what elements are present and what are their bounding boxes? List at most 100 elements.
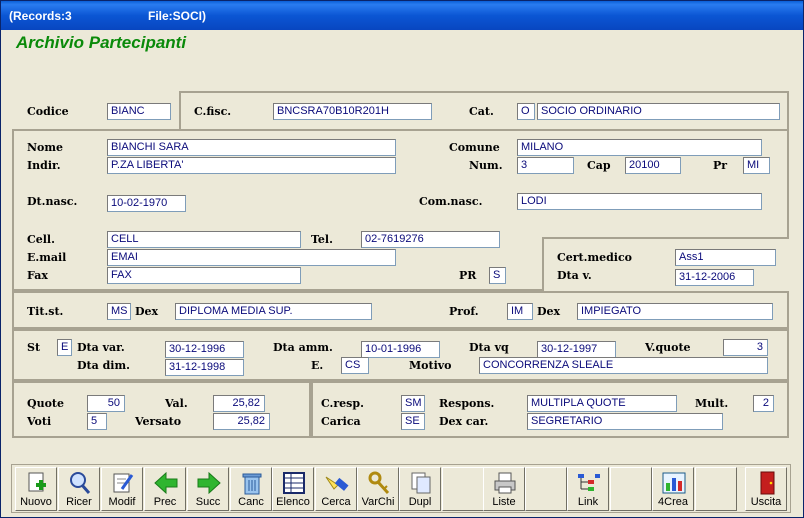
cfisc-field[interactable]: BNCSRA70B10R201H	[273, 103, 432, 120]
voti-field[interactable]: 5	[87, 413, 107, 430]
cat-label: Cat.	[469, 105, 494, 118]
indir-field[interactable]: P.ZA LIBERTA'	[107, 157, 396, 174]
modif-button[interactable]: Modif	[101, 467, 143, 511]
dtavq-field[interactable]: 30-12-1997	[537, 341, 616, 358]
new-doc-icon	[28, 472, 46, 492]
email-field[interactable]: EMAI	[107, 249, 396, 266]
dtav-field[interactable]: 31-12-2006	[675, 269, 754, 286]
indir-label: Indir.	[27, 159, 61, 172]
toolbar-empty-4	[695, 467, 737, 511]
prof-dex-field[interactable]: IMPIEGATO	[577, 303, 773, 320]
elenco-button[interactable]: Elenco	[272, 467, 314, 511]
varchi-button[interactable]: VarChi	[357, 467, 399, 511]
titst-dex-field[interactable]: DIPLOMA MEDIA SUP.	[175, 303, 372, 320]
file-name: File:SOCI)	[148, 9, 207, 23]
toolbar-empty-1	[442, 467, 484, 511]
printer-icon	[494, 472, 516, 494]
trash-icon	[242, 473, 262, 495]
page-title: Archivio Partecipanti	[16, 33, 187, 52]
prof-dex-label: Dex	[537, 305, 561, 318]
val-field[interactable]: 25,82	[213, 395, 265, 412]
nome-field[interactable]: BIANCHI SARA	[107, 139, 396, 156]
liste-button[interactable]: Liste	[483, 467, 525, 511]
app-window: (Records:3 File:SOCI) Archivio Partecipa…	[0, 0, 804, 518]
cap-label: Cap	[587, 159, 611, 172]
fax-label: Fax	[27, 269, 48, 282]
records-count: (Records:3	[9, 9, 72, 23]
ricer-button[interactable]: Ricer	[58, 467, 100, 511]
e-field[interactable]: CS	[341, 357, 369, 374]
prec-button[interactable]: Prec	[144, 467, 186, 511]
versato-field[interactable]: 25,82	[213, 413, 270, 430]
flashlight-icon	[325, 476, 349, 491]
keys-icon	[368, 471, 390, 495]
uscita-button[interactable]: Uscita	[745, 467, 787, 511]
titst-label: Tit.st.	[27, 305, 64, 318]
comune-label: Comune	[449, 141, 500, 154]
dexcar-field[interactable]: SEGRETARIO	[527, 413, 723, 430]
quote-field[interactable]: 50	[87, 395, 125, 412]
dtaamm-label: Dta amm.	[273, 341, 333, 354]
certmedico-field[interactable]: Ass1	[675, 249, 776, 266]
search-icon	[70, 472, 91, 494]
crea-button[interactable]: 4Crea	[652, 467, 694, 511]
comune-field[interactable]: MILANO	[517, 139, 762, 156]
dtavar-field[interactable]: 30-12-1996	[165, 341, 244, 358]
tree-link-icon	[578, 474, 600, 491]
pr2-label: PR	[459, 269, 477, 282]
cap-field[interactable]: 20100	[625, 157, 681, 174]
codice-field[interactable]: BIANC	[107, 103, 171, 120]
titst-dex-label: Dex	[135, 305, 159, 318]
motivo-field[interactable]: CONCORRENZA SLEALE	[479, 357, 768, 374]
tel-field[interactable]: 02-7619276	[361, 231, 500, 248]
voti-label: Voti	[27, 415, 52, 428]
quote-label: Quote	[27, 397, 64, 410]
dtaamm-field[interactable]: 10-01-1996	[361, 341, 440, 358]
dupl-button[interactable]: Dupl	[399, 467, 441, 511]
carica-label: Carica	[321, 415, 361, 428]
cfisc-label: C.fisc.	[194, 105, 232, 118]
fax-field[interactable]: FAX	[107, 267, 301, 284]
cerca-button[interactable]: Cerca	[315, 467, 357, 511]
list-icon	[283, 472, 305, 494]
exit-door-icon	[760, 471, 775, 495]
divider	[181, 129, 789, 131]
st-field[interactable]: E	[57, 339, 72, 356]
succ-button[interactable]: Succ	[187, 467, 229, 511]
cat-desc-field[interactable]: SOCIO ORDINARIO	[537, 103, 780, 120]
dtnasc-field[interactable]: 10-02-1970	[107, 195, 186, 212]
comnasc-field[interactable]: LODI	[517, 193, 762, 210]
dtavar-label: Dta var.	[77, 341, 125, 354]
dtadim-label: Dta dim.	[77, 359, 130, 372]
val-label: Val.	[165, 397, 188, 410]
respons-field[interactable]: MULTIPLA QUOTE	[527, 395, 677, 412]
certmedico-label: Cert.medico	[557, 251, 633, 264]
versato-label: Versato	[135, 415, 182, 428]
nuovo-button[interactable]: Nuovo	[15, 467, 57, 511]
codice-label: Codice	[27, 105, 69, 118]
mult-field[interactable]: 2	[753, 395, 774, 412]
vquote-field[interactable]: 3	[723, 339, 768, 356]
chart-icon	[662, 472, 686, 494]
mult-label: Mult.	[695, 397, 729, 410]
link-button[interactable]: Link	[567, 467, 609, 511]
num-field[interactable]: 3	[517, 157, 574, 174]
prof-label: Prof.	[449, 305, 479, 318]
pr-field[interactable]: MI	[743, 157, 770, 174]
dtadim-field[interactable]: 31-12-1998	[165, 359, 244, 376]
num-label: Num.	[469, 159, 503, 172]
cat-code-field[interactable]: O	[517, 103, 535, 120]
dtnasc-label: Dt.nasc.	[27, 195, 78, 208]
carica-field[interactable]: SE	[401, 413, 425, 430]
email-label: E.mail	[27, 251, 67, 264]
prof-field[interactable]: IM	[507, 303, 533, 320]
st-label: St	[27, 341, 41, 354]
titst-field[interactable]: MS	[107, 303, 131, 320]
title-bar: (Records:3 File:SOCI)	[1, 1, 803, 30]
respons-label: Respons.	[439, 397, 495, 410]
cresp-field[interactable]: SM	[401, 395, 425, 412]
pr2-field[interactable]: S	[489, 267, 506, 284]
dtavq-label: Dta vq	[469, 341, 509, 354]
cell-field[interactable]: CELL	[107, 231, 301, 248]
canc-button[interactable]: Canc	[230, 467, 272, 511]
